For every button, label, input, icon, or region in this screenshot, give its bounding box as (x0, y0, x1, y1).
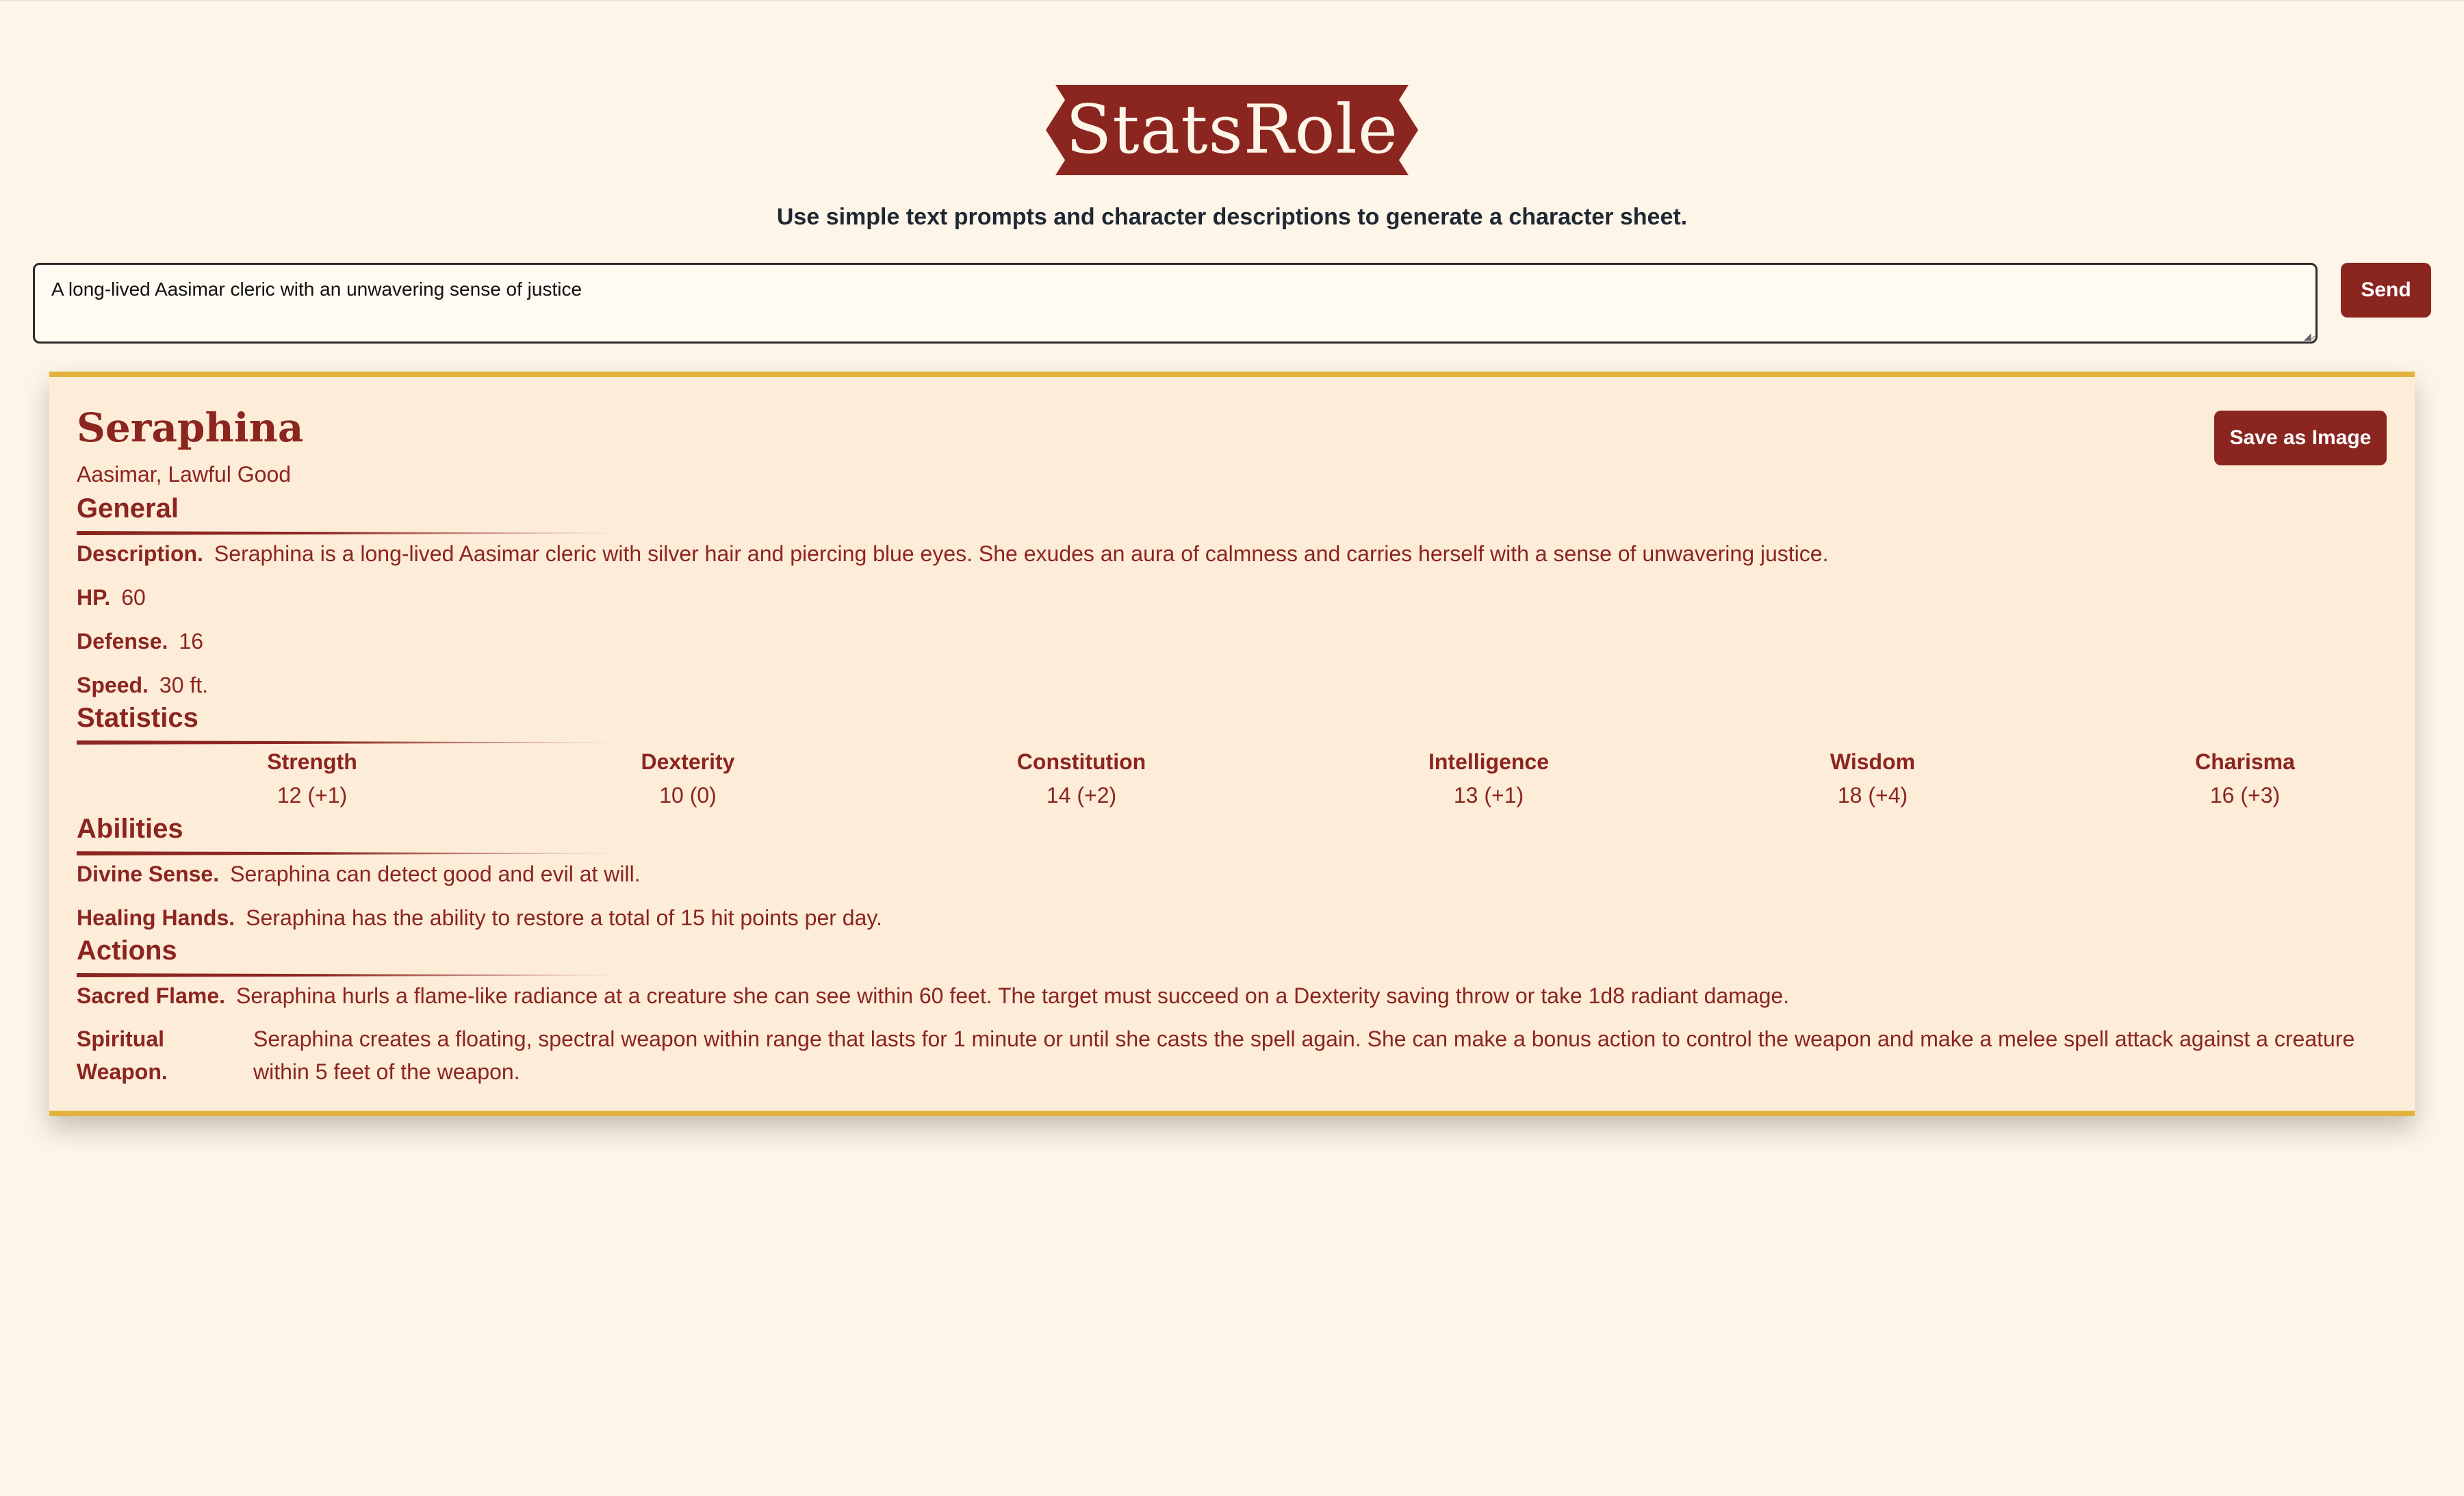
description-row: Description. Seraphina is a long-lived Aa… (77, 541, 1828, 567)
section-heading-abilities: Abilities (77, 814, 183, 844)
stat-name: Strength (267, 749, 357, 774)
stat-dexterity: Dexterity 10 (0) (585, 749, 791, 808)
section-divider (77, 851, 627, 855)
top-border (0, 0, 2464, 1)
character-race-alignment: Aasimar, Lawful Good (77, 462, 292, 487)
stat-charisma: Charisma 16 (+3) (2142, 749, 2348, 808)
stat-name: Intelligence (1428, 749, 1550, 774)
stat-wisdom: Wisdom 18 (+4) (1770, 749, 1975, 808)
section-heading-actions: Actions (77, 936, 177, 966)
resize-grip-icon[interactable]: ◢ (2304, 331, 2313, 341)
logo: StatsRole (0, 85, 2464, 175)
defense-row: Defense. 16 (77, 629, 203, 654)
stat-value: 10 (0) (659, 783, 717, 808)
defense-value: 16 (179, 629, 203, 654)
defense-label: Defense. (77, 629, 168, 654)
ability-divine-sense: Divine Sense. Seraphina can detect good a… (77, 862, 641, 887)
stat-name: Charisma (2195, 749, 2295, 774)
hp-value: 60 (121, 585, 146, 610)
section-heading-statistics: Statistics (77, 703, 198, 733)
description-label: Description. (77, 541, 203, 566)
section-heading-general: General (77, 493, 179, 524)
action-text: Seraphina hurls a flame-like radiance at… (236, 983, 1790, 1008)
stat-name: Constitution (1016, 749, 1146, 774)
ability-name: Divine Sense. (77, 862, 220, 886)
section-divider (77, 973, 627, 977)
hp-row: HP. 60 (77, 585, 146, 610)
prompt-input[interactable]: A long-lived Aasimar cleric with an unwa… (33, 263, 2318, 344)
action-spiritual-weapon: Spiritual Weapon. Seraphina creates a fl… (77, 1022, 2387, 1091)
stat-name: Wisdom (1830, 749, 1916, 774)
character-sheet: Seraphina Aasimar, Lawful Good Save as I… (49, 372, 2415, 1116)
app-title: StatsRole (1066, 91, 1398, 169)
action-name: Sacred Flame. (77, 983, 225, 1008)
action-sacred-flame: Sacred Flame. Seraphina hurls a flame-lik… (77, 983, 1789, 1009)
section-divider (77, 531, 627, 535)
speed-label: Speed. (77, 673, 149, 697)
character-name: Seraphina (77, 404, 304, 451)
section-divider (77, 740, 627, 745)
stat-intelligence: Intelligence 13 (+1) (1386, 749, 1591, 808)
stat-name: Dexterity (641, 749, 735, 774)
stat-constitution: Constitution 14 (+2) (979, 749, 1184, 808)
action-text: Seraphina creates a floating, spectral w… (253, 1027, 2355, 1084)
speed-value: 30 ft. (159, 673, 209, 697)
speed-row: Speed. 30 ft. (77, 673, 208, 698)
ability-text: Seraphina can detect good and evil at wi… (230, 862, 641, 886)
ability-text: Seraphina has the ability to restore a t… (246, 905, 882, 930)
app-subtitle: Use simple text prompts and character de… (776, 204, 1688, 230)
stat-strength: Strength 12 (+1) (209, 749, 415, 808)
hp-label: HP. (77, 585, 111, 610)
ability-name: Healing Hands. (77, 905, 235, 930)
stat-value: 18 (+4) (1837, 783, 1908, 808)
stat-value: 16 (+3) (2209, 783, 2281, 808)
action-name: Spiritual Weapon. (77, 1027, 168, 1084)
stat-value: 12 (+1) (277, 783, 348, 808)
stat-value: 13 (+1) (1453, 783, 1524, 808)
ability-healing-hands: Healing Hands. Seraphina has the ability … (77, 905, 882, 931)
description-value: Seraphina is a long-lived Aasimar cleric… (214, 541, 1829, 566)
save-as-image-button[interactable]: Save as Image (2214, 411, 2387, 465)
stat-value: 14 (+2) (1046, 783, 1117, 808)
send-button[interactable]: Send (2341, 263, 2431, 318)
